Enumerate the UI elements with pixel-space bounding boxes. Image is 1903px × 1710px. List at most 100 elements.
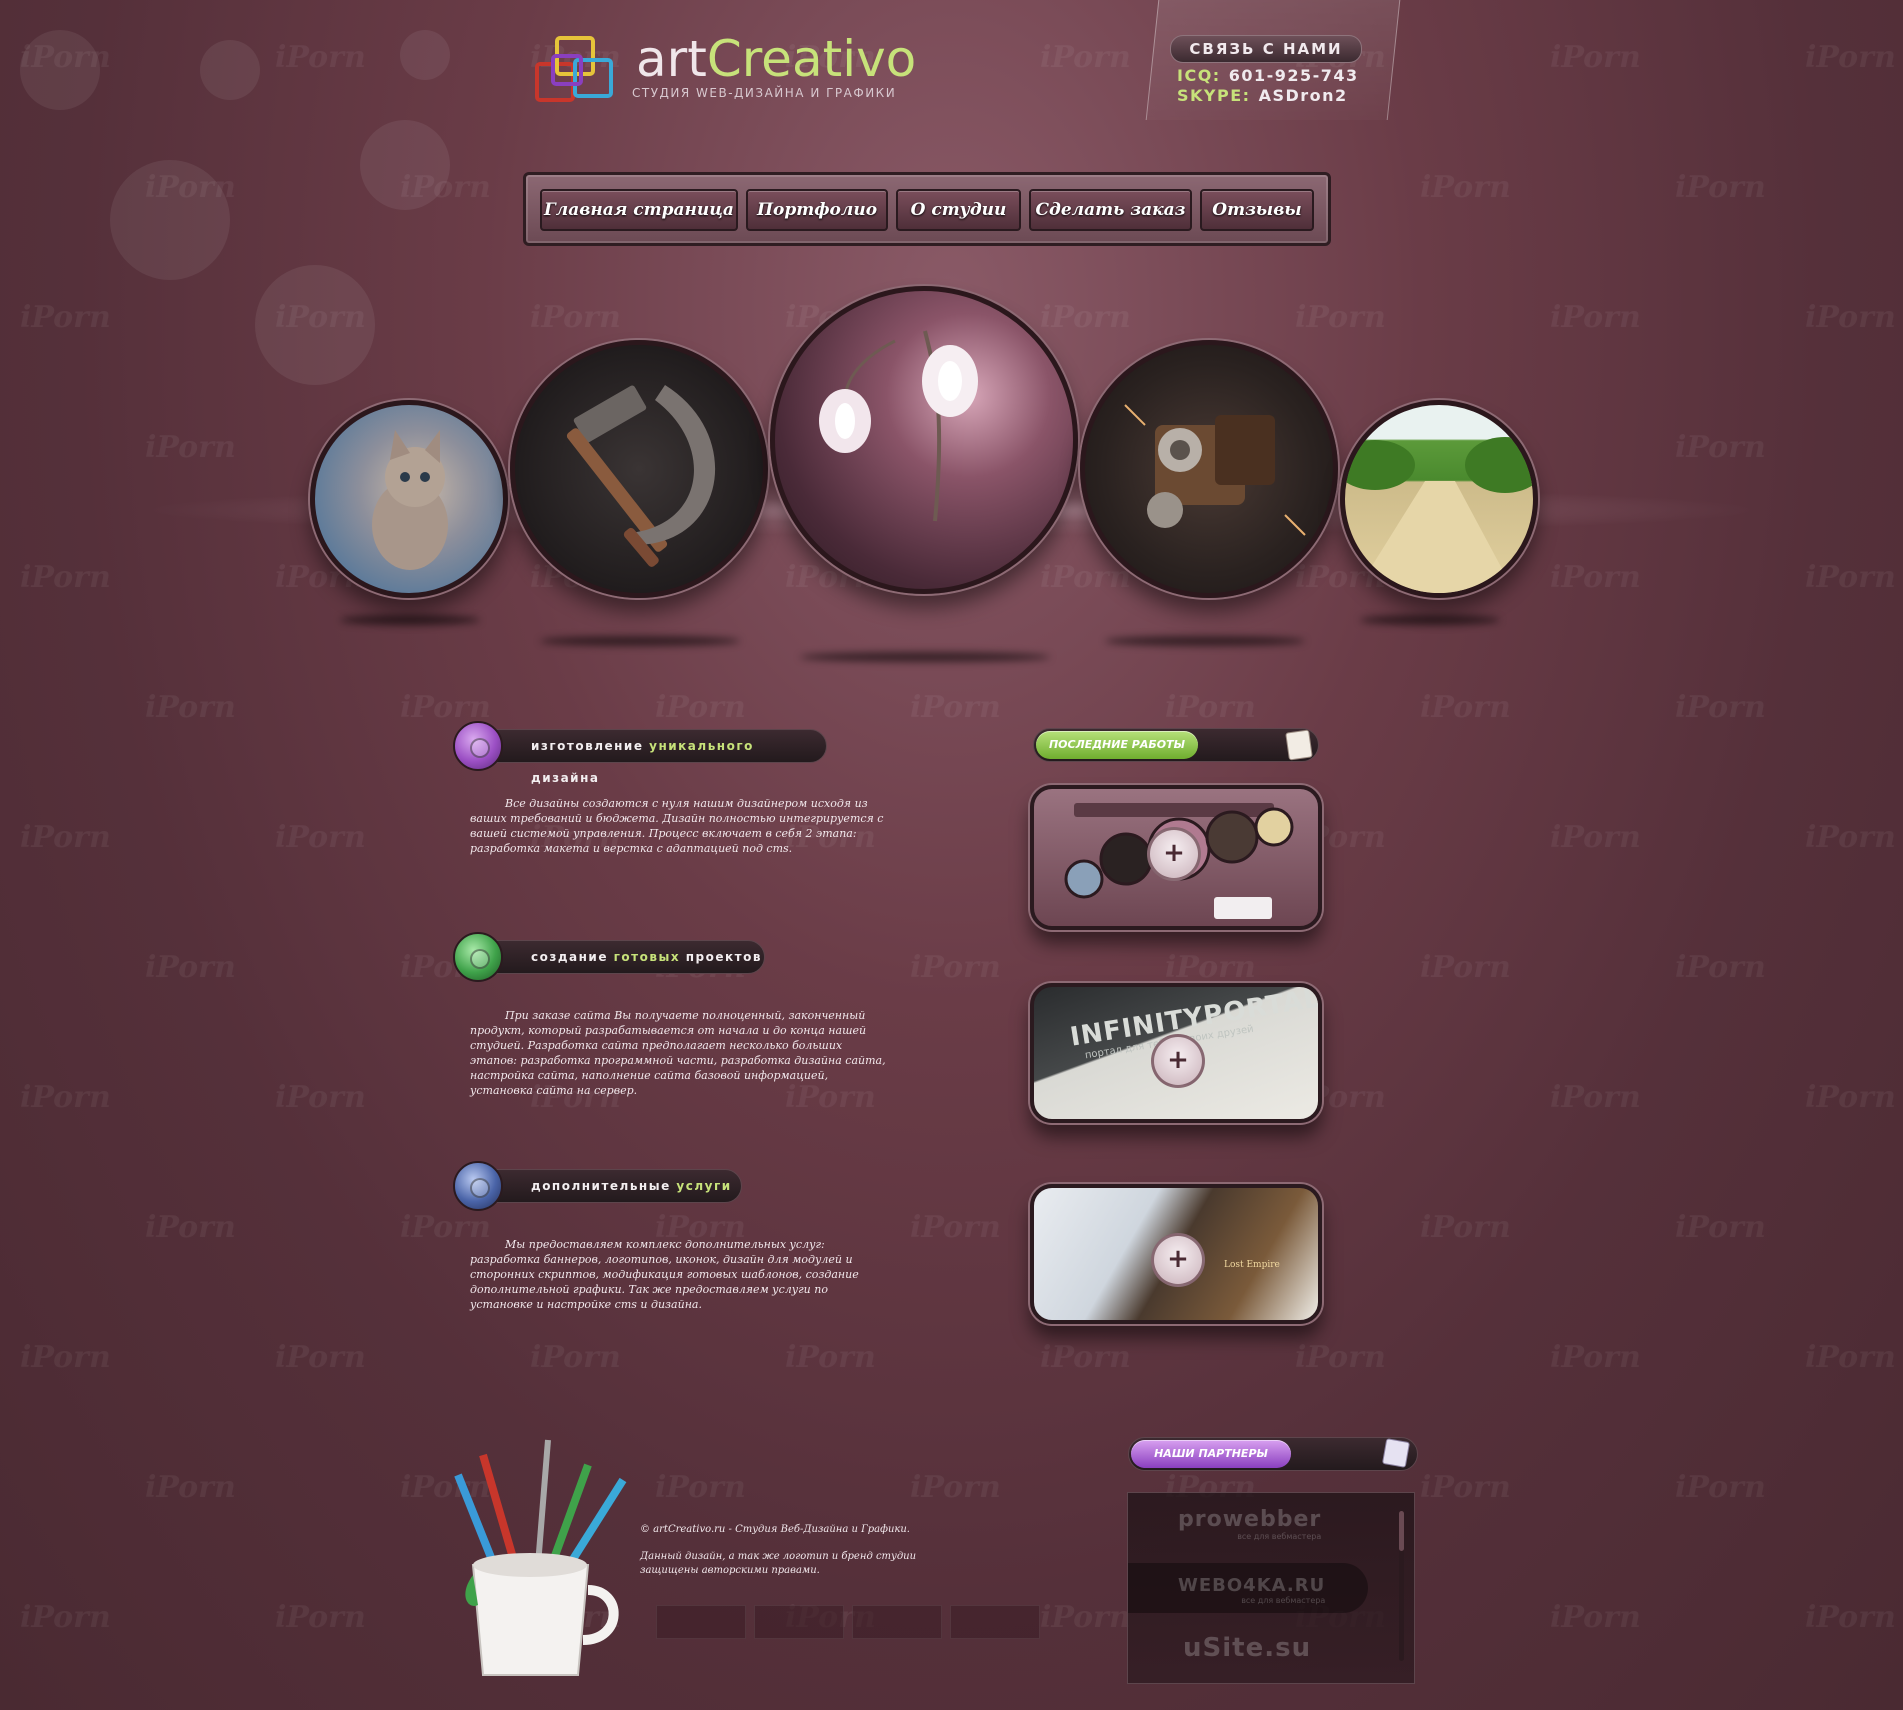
watermark-text: iPorn xyxy=(655,1470,746,1505)
nav-order[interactable]: Сделать заказ xyxy=(1029,189,1192,231)
notepad-icon xyxy=(1383,1439,1409,1467)
bokeh-light xyxy=(200,40,260,100)
watermark-text: iPorn xyxy=(910,1210,1001,1245)
paint-cup-icon xyxy=(438,1425,628,1685)
partner-usite[interactable]: uSite.su xyxy=(1183,1633,1311,1663)
scrollbar-thumb[interactable] xyxy=(1399,1511,1404,1551)
watermark-text: iPorn xyxy=(1420,950,1511,985)
watermark-text: iPorn xyxy=(1675,430,1766,465)
watermark-text: iPorn xyxy=(145,1470,236,1505)
watermark-text: iPorn xyxy=(145,690,236,725)
watermark-text: iPorn xyxy=(275,1600,366,1635)
watermark-text: iPorn xyxy=(275,40,366,75)
work-title-lost-empire: Lost Empire xyxy=(1224,1260,1280,1270)
watermark-text: iPorn xyxy=(275,1080,366,1115)
section-text: При заказе сайта Вы получаете полноценны… xyxy=(470,1009,886,1097)
nav-reviews[interactable]: Отзывы xyxy=(1200,189,1314,231)
watermark-text: iPorn xyxy=(1040,40,1131,75)
work-thumb-artcreativo[interactable]: + xyxy=(1030,785,1322,930)
bokeh-light xyxy=(110,160,230,280)
watermark-text: iPorn xyxy=(1675,1210,1766,1245)
watermark-text: iPorn xyxy=(1805,1080,1896,1115)
section-heading-ready-projects: создание готовых проектов xyxy=(470,940,765,974)
watermark-text: iPorn xyxy=(910,690,1001,725)
watermark-text: iPorn xyxy=(275,1340,366,1375)
circle-shadow xyxy=(1360,615,1500,625)
watermark-text: iPorn xyxy=(1420,690,1511,725)
watermark-text: iPorn xyxy=(1675,170,1766,205)
contact-icq: ICQ: 601-925-743 xyxy=(1177,66,1359,85)
slide-mechanism[interactable] xyxy=(1080,340,1338,598)
watermark-text: iPorn xyxy=(785,1340,876,1375)
zoom-icon[interactable]: + xyxy=(1151,1034,1205,1088)
zoom-icon[interactable]: + xyxy=(1151,1233,1205,1287)
watermark-text: iPorn xyxy=(1550,820,1641,855)
footer-link[interactable] xyxy=(950,1605,1040,1639)
footer-link[interactable] xyxy=(754,1605,844,1639)
watermark-text: iPorn xyxy=(1805,40,1896,75)
watermark-text: iPorn xyxy=(530,300,621,335)
watermark-text: iPorn xyxy=(1805,1600,1896,1635)
main-nav: Главная страница Портфолио О студии Сдел… xyxy=(523,172,1331,246)
watermark-text: iPorn xyxy=(20,820,111,855)
watermark-text: iPorn xyxy=(145,1210,236,1245)
circle-shadow xyxy=(540,636,740,646)
watermark-text: iPorn xyxy=(1805,560,1896,595)
partner-prowebber[interactable]: prowebber все для вебмастера xyxy=(1178,1507,1321,1541)
latest-works-title: Последние работы xyxy=(1036,731,1198,759)
watermark-text: iPorn xyxy=(20,1080,111,1115)
watermark-text: iPorn xyxy=(1040,1600,1131,1635)
watermark-text: iPorn xyxy=(1675,950,1766,985)
partners-scrollbar[interactable] xyxy=(1399,1511,1404,1661)
circle-shadow xyxy=(800,652,1050,662)
partners-list: prowebber все для вебмастера WEBO4KA.RU … xyxy=(1127,1492,1415,1684)
section-orb-icon xyxy=(453,1161,503,1211)
watermark-text: iPorn xyxy=(1805,300,1896,335)
circle-shadow xyxy=(1105,636,1305,646)
slide-hammer-sickle[interactable] xyxy=(510,340,768,598)
work-thumb-portfolio[interactable]: Lost Empire + xyxy=(1030,1184,1322,1324)
logo-tagline: Студия Web-дизайна и графики xyxy=(632,86,897,100)
watermark-text: iPorn xyxy=(275,820,366,855)
watermark-text: iPorn xyxy=(910,1470,1001,1505)
watermark-text: iPorn xyxy=(1420,1210,1511,1245)
notepad-icon xyxy=(1286,730,1312,760)
watermark-text: iPorn xyxy=(1805,1340,1896,1375)
footer-link[interactable] xyxy=(852,1605,942,1639)
watermark-text: iPorn xyxy=(1550,40,1641,75)
footer-link[interactable] xyxy=(656,1605,746,1639)
watermark-text: iPorn xyxy=(145,430,236,465)
zoom-icon[interactable]: + xyxy=(1147,827,1201,881)
watermark-text: iPorn xyxy=(1675,1470,1766,1505)
slide-road[interactable] xyxy=(1340,400,1538,598)
watermark-text: iPorn xyxy=(1550,1340,1641,1375)
watermark-text: iPorn xyxy=(1550,1080,1641,1115)
watermark-text: iPorn xyxy=(400,690,491,725)
watermark-text: iPorn xyxy=(1420,1470,1511,1505)
contact-skype: SKYPE: ASDron2 xyxy=(1177,86,1348,105)
watermark-text: iPorn xyxy=(1040,560,1131,595)
slide-kitten[interactable] xyxy=(310,400,508,598)
watermark-text: iPorn xyxy=(20,1600,111,1635)
watermark-text: iPorn xyxy=(1550,1600,1641,1635)
section-text: Все дизайны создаются с нуля нашим дизай… xyxy=(470,797,884,855)
nav-home[interactable]: Главная страница xyxy=(540,189,738,231)
watermark-text: iPorn xyxy=(20,300,111,335)
watermark-text: iPorn xyxy=(1550,300,1641,335)
logo-icon[interactable] xyxy=(535,28,615,103)
bokeh-light xyxy=(20,30,100,110)
watermark-text: iPorn xyxy=(1550,560,1641,595)
watermark-text: iPorn xyxy=(1295,300,1386,335)
watermark-text: iPorn xyxy=(1165,950,1256,985)
footer-copyright: © artCreativo.ru - Студия Веб-Дизайна и … xyxy=(640,1524,910,1535)
watermark-text: iPorn xyxy=(20,560,111,595)
section-text: Мы предоставляем комплекс дополнительных… xyxy=(470,1238,859,1311)
watermark-text: iPorn xyxy=(145,950,236,985)
slide-snowdrops[interactable] xyxy=(770,286,1078,594)
nav-about[interactable]: О студии xyxy=(896,189,1021,231)
nav-portfolio[interactable]: Портфолио xyxy=(746,189,888,231)
partner-webo4ka[interactable]: WEBO4KA.RU все для вебмастера xyxy=(1178,1575,1325,1605)
logo-title[interactable]: artCreativo xyxy=(636,30,916,88)
bokeh-light xyxy=(400,30,450,80)
work-thumb-infinityportal[interactable]: INFINITYPORTAL портал для тебя и твоих д… xyxy=(1030,983,1322,1123)
